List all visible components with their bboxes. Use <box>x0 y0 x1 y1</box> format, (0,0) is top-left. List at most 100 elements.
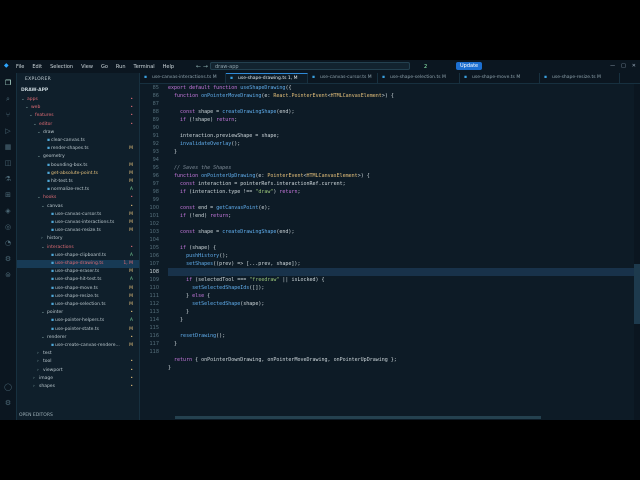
tree-folder[interactable]: › history <box>17 235 139 243</box>
tree-folder[interactable]: ⌄ editor • <box>17 121 139 129</box>
menu-help[interactable]: Help <box>163 64 174 70</box>
code-line[interactable]: const interaction = pointerRefs.interact… <box>168 180 638 188</box>
extensions-icon[interactable]: ▦ <box>4 143 12 151</box>
editor-tab[interactable]: ▪ use-canvas-cursor.ts M <box>308 73 378 83</box>
editor-tab[interactable]: ▪ use-canvas-interactions.ts M <box>140 73 226 83</box>
tree-folder[interactable]: ⌄ interactions • <box>17 244 139 252</box>
tree-folder[interactable]: ⌄ web • <box>17 104 139 112</box>
nav-arrows[interactable]: ← → <box>196 63 208 70</box>
command-center[interactable]: draw-app <box>210 62 410 70</box>
code-line[interactable]: const end = getCanvasPoint(e); <box>168 204 638 212</box>
code-line[interactable]: } <box>168 148 638 156</box>
tree-file[interactable]: ▪use-shape-hit-test.ts A <box>17 276 139 284</box>
tree-file[interactable]: ▪get-absolute-point.ts M <box>17 170 139 178</box>
tree-file[interactable]: ▪clear-canvas.ts <box>17 137 139 145</box>
run-debug-icon[interactable]: ▷ <box>4 127 12 135</box>
testing-icon[interactable]: ⚗ <box>4 175 12 183</box>
code-line[interactable]: } <box>168 340 638 348</box>
tree-folder[interactable]: › image • <box>17 375 139 383</box>
timeline-icon[interactable]: ◔ <box>4 239 12 247</box>
tree-file[interactable]: ▪use-canvas-interactions.ts M <box>17 219 139 227</box>
tree-folder[interactable]: ⌄ apps • <box>17 96 139 104</box>
tree-file[interactable]: ▪bounding-box.ts M <box>17 162 139 170</box>
tree-folder[interactable]: ⌄ draw <box>17 129 139 137</box>
update-button[interactable]: Update <box>456 62 483 70</box>
code-line[interactable]: if (!shape) return; <box>168 116 638 124</box>
tree-folder[interactable]: ⌄ geometry <box>17 153 139 161</box>
menu-view[interactable]: View <box>81 64 93 70</box>
remote-icon[interactable]: ◫ <box>4 159 12 167</box>
code-line[interactable]: if (interaction.type !== "draw") return; <box>168 188 638 196</box>
menu-run[interactable]: Run <box>116 64 126 70</box>
code-line[interactable] <box>168 236 638 244</box>
editor-tab[interactable]: ▪ use-shape-move.ts M <box>460 73 540 83</box>
menu-selection[interactable]: Selection <box>50 64 73 70</box>
code-line[interactable]: } <box>168 308 638 316</box>
tree-folder[interactable]: ⌄ renderer • <box>17 334 139 342</box>
code-line[interactable] <box>168 268 638 276</box>
code-line[interactable] <box>168 100 638 108</box>
code-line[interactable]: function onPointerMoveDrawing(e: React.P… <box>168 92 638 100</box>
close-icon[interactable]: ✕ <box>632 63 636 69</box>
code-line[interactable]: if (selectedTool === "freedraw" || isLoc… <box>168 276 638 284</box>
editor-tab[interactable]: ▪ use-shape-drawing.ts 1, M <box>226 73 308 83</box>
editor-tab[interactable]: ▪ use-shape-selection.ts M <box>378 73 460 83</box>
code-line[interactable]: const shape = createDrawingShape(end); <box>168 228 638 236</box>
tree-file[interactable]: ▪hit-test.ts M <box>17 178 139 186</box>
editor-tab[interactable]: ▪ use-shape-resize.ts M <box>540 73 620 83</box>
horizontal-scrollbar[interactable] <box>175 416 541 419</box>
code-line[interactable] <box>168 348 638 356</box>
minimap[interactable] <box>634 84 640 420</box>
code-line[interactable]: if (!end) return; <box>168 212 638 220</box>
workspace-root[interactable]: DRAW-APP <box>21 88 48 93</box>
code-line[interactable]: export default function useShapeDrawing(… <box>168 84 638 92</box>
code-line[interactable]: resetDrawing(); <box>168 332 638 340</box>
code-line[interactable] <box>168 156 638 164</box>
tree-file[interactable]: ▪use-canvas-cursor.ts M <box>17 211 139 219</box>
tree-file[interactable]: ▪render-shapes.ts M <box>17 145 139 153</box>
tree-folder[interactable]: › test <box>17 350 139 358</box>
maximize-icon[interactable]: □ <box>621 63 626 69</box>
tree-folder[interactable]: › shapes • <box>17 383 139 391</box>
code-line[interactable]: const shape = createDrawingShape(end); <box>168 108 638 116</box>
code-line[interactable] <box>168 324 638 332</box>
tree-folder[interactable]: ⌄ pointer • <box>17 309 139 317</box>
code-line[interactable]: interaction.previewShape = shape; <box>168 132 638 140</box>
code-line[interactable]: invalidateOverlay(); <box>168 140 638 148</box>
database-icon[interactable]: ⊜ <box>4 271 12 279</box>
account-icon[interactable]: ◯ <box>4 383 12 391</box>
tree-file[interactable]: ▪use-shape-eraser.ts M <box>17 268 139 276</box>
code-line[interactable]: // Saves the Shapes <box>168 164 638 172</box>
tree-file[interactable]: ▪use-create-canvas-rendere... M <box>17 342 139 350</box>
code-line[interactable]: return { onPointerDownDrawing, onPointer… <box>168 356 638 364</box>
tree-file[interactable]: ▪use-shape-clipboard.ts A <box>17 252 139 260</box>
copilot-icon[interactable]: ⚙ <box>4 255 12 263</box>
tree-file[interactable]: ▪use-shape-selection.ts M <box>17 301 139 309</box>
code-line[interactable]: setSelectedShape(shape); <box>168 300 638 308</box>
minimize-icon[interactable]: — <box>610 63 615 69</box>
tree-file[interactable]: ▪use-shape-move.ts M <box>17 285 139 293</box>
tree-folder[interactable]: › tool • <box>17 358 139 366</box>
tree-file[interactable]: ▪use-pointer-helpers.ts A <box>17 317 139 325</box>
menu-file[interactable]: File <box>16 64 24 70</box>
tree-file[interactable]: ▪use-shape-resize.ts M <box>17 293 139 301</box>
source-control-icon[interactable]: ⑂ <box>4 111 12 119</box>
code-line[interactable]: if (shape) { <box>168 244 638 252</box>
git-graph-icon[interactable]: ◈ <box>4 207 12 215</box>
code-line[interactable] <box>168 196 638 204</box>
manage-gear-icon[interactable]: ⚙ <box>4 399 12 407</box>
tree-file[interactable]: ▪use-canvas-resize.ts M <box>17 227 139 235</box>
code-line[interactable]: setSelectedShapeIds([]); <box>168 284 638 292</box>
code-line[interactable] <box>168 220 638 228</box>
menu-terminal[interactable]: Terminal <box>134 64 155 70</box>
code-editor[interactable]: 85 86 87 88 89 90 91 92 93 94 95 96 97 98 99 100 101 102 1… <box>140 84 640 420</box>
code-line[interactable]: pushHistory(); <box>168 252 638 260</box>
tree-folder[interactable]: › viewport • <box>17 367 139 375</box>
menu-go[interactable]: Go <box>101 64 108 70</box>
menu-edit[interactable]: Edit <box>32 64 42 70</box>
code-lines[interactable]: export default function useShapeDrawing(… <box>168 84 638 372</box>
docker-icon[interactable]: ⊞ <box>4 191 12 199</box>
open-editors-section[interactable]: OPEN EDITORS <box>19 413 53 418</box>
tree-folder[interactable]: ⌄ features • <box>17 112 139 120</box>
code-line[interactable]: function onPointerUpDrawing(e: PointerEv… <box>168 172 638 180</box>
